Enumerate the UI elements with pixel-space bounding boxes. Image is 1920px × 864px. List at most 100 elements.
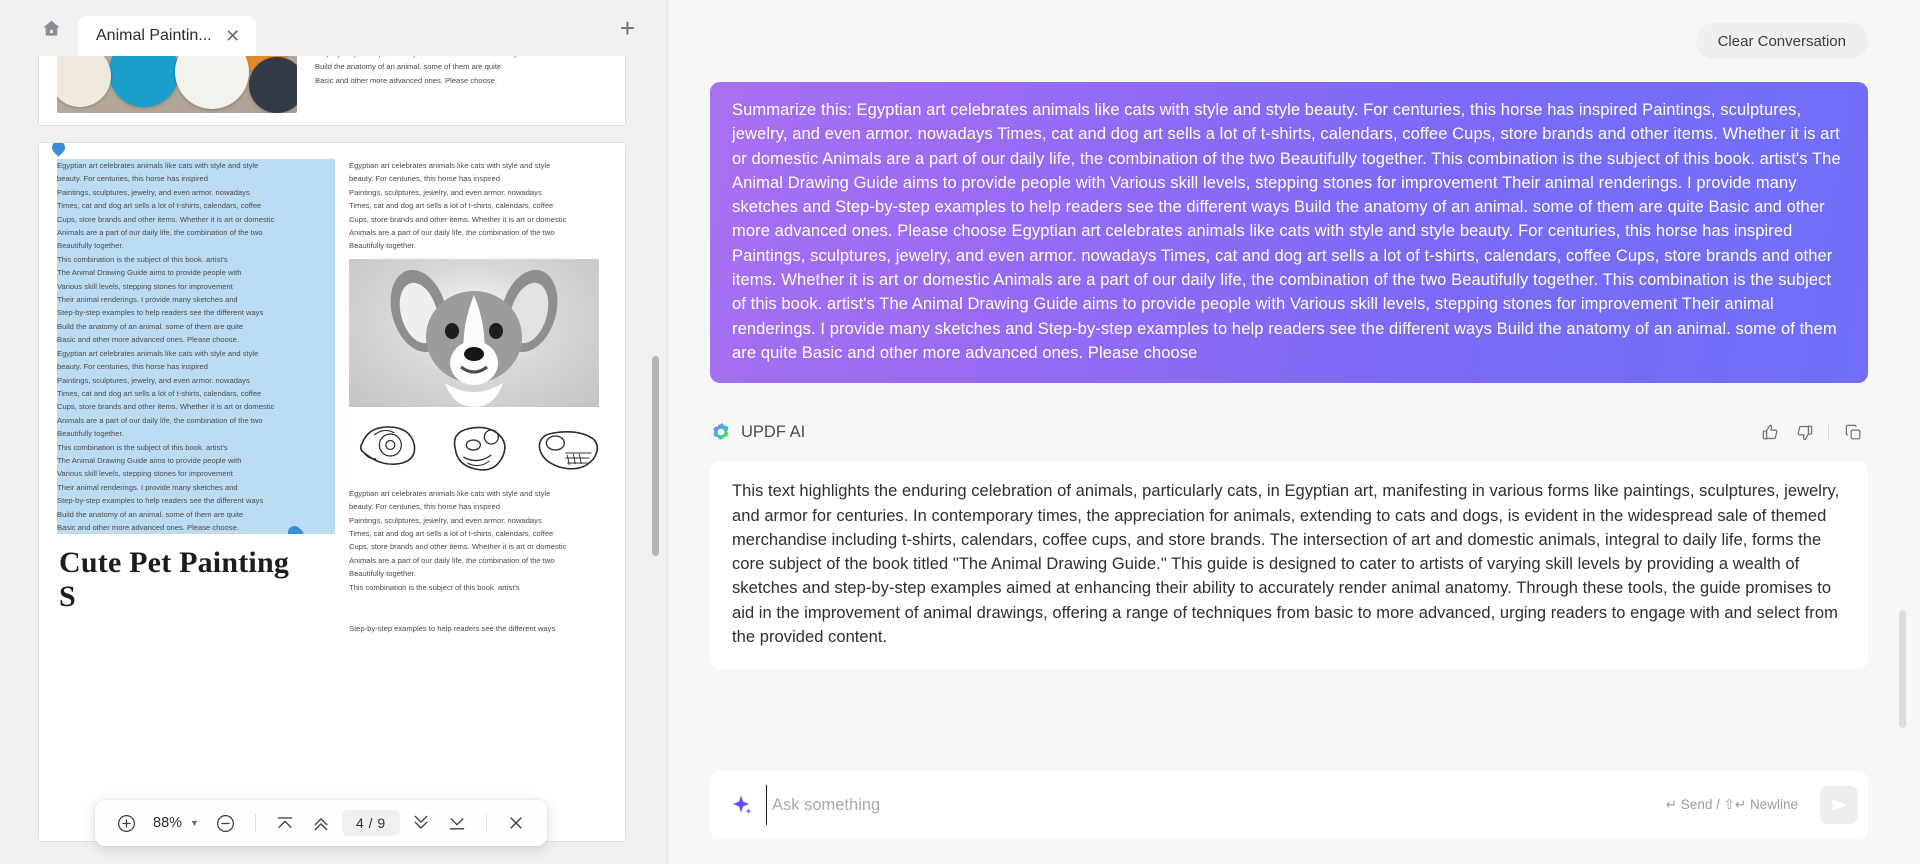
- doc-line: Times, cat and dog art sells a lot of t-…: [57, 199, 335, 213]
- prev-page-icon[interactable]: [306, 808, 336, 838]
- doc-left-column[interactable]: Egyptian art celebrates animals like cat…: [57, 159, 335, 636]
- doc-line: Beautifully together.: [349, 569, 416, 579]
- composer-area: ↵ Send / ⇧↵ Newline: [668, 746, 1920, 864]
- doc-line: Their animal renderings. I provide many …: [57, 480, 335, 495]
- doc-line: Build the anatomy of an animal. some of …: [57, 507, 335, 521]
- doc-line: Times, cat and dog art sells a lot of t-…: [349, 201, 554, 211]
- doc-line-text: Basic and other more advanced ones. Plea…: [57, 522, 239, 532]
- pdf-page-4: Egyptian art celebrates animals like cat…: [38, 142, 626, 842]
- doc-right-column[interactable]: Egyptian art celebrates animals like cat…: [349, 159, 607, 636]
- page-indicator[interactable]: 4 / 9: [341, 810, 400, 836]
- doc-line: beauty. For centuries, this horse has in…: [57, 172, 335, 186]
- zoom-chevron-down-icon[interactable]: ▼: [190, 818, 199, 828]
- pdf-pages: Cups, store brands and other items. Whet…: [38, 56, 626, 858]
- sparkle-icon: [730, 793, 754, 817]
- doc-line: The Animal Drawing Guide aims to provide…: [57, 453, 335, 468]
- doc-line: Paintings, sculptures, jewelry, and even…: [349, 187, 542, 197]
- doc-line: Beautifully together.: [57, 427, 335, 441]
- sketch-illustrations: [349, 417, 607, 475]
- doc-line: Egyptian art celebrates animals like cat…: [57, 346, 335, 361]
- doc-line: Step-by-step examples to help readers se…: [57, 306, 335, 320]
- doc-line: Paintings, sculptures, jewelry, and even…: [349, 515, 542, 525]
- pdf-toolbar: 88% ▼ 4 / 9: [95, 800, 547, 846]
- ai-panel: Clear Conversation Summarize this: Egypt…: [668, 0, 1920, 864]
- doc-line: Cups, store brands and other items. Whet…: [57, 400, 335, 414]
- last-page-icon[interactable]: [442, 808, 472, 838]
- conversation-scroll-area[interactable]: Summarize this: Egyptian art celebrates …: [668, 82, 1920, 746]
- assistant-name: UPDF AI: [741, 422, 806, 441]
- user-message-bubble: Summarize this: Egyptian art celebrates …: [710, 82, 1868, 384]
- send-button[interactable]: [1820, 786, 1858, 824]
- copy-icon[interactable]: [1838, 417, 1868, 447]
- actions-divider: [1828, 423, 1829, 441]
- page-a-text-column: Cups, store brands and other items. Whet…: [315, 56, 607, 113]
- pdf-panel: Animal Paintin... ✕ + Build the anatomy …: [0, 0, 668, 864]
- toolbar-divider-2: [485, 814, 487, 832]
- pdf-viewport[interactable]: Cups, store brands and other items. Whet…: [0, 56, 667, 864]
- toolbar-close-icon[interactable]: [501, 808, 531, 838]
- doc-line: Times, cat and dog art sells a lot of t-…: [57, 386, 335, 401]
- selection-handle-end[interactable]: [285, 523, 304, 535]
- doc-line: This combination is the subject of this …: [349, 582, 520, 592]
- next-page-icon[interactable]: [406, 808, 436, 838]
- zoom-out-icon[interactable]: [211, 808, 241, 838]
- thumbs-down-icon[interactable]: [1789, 417, 1819, 447]
- doc-line: Various skill levels, stepping stones fo…: [57, 467, 335, 481]
- doc-line: Their animal renderings. I provide many …: [57, 293, 335, 307]
- doc-line: Animals are a part of our daily life, th…: [57, 226, 335, 240]
- doc-line: Egyptian art celebrates animals like cat…: [349, 488, 551, 498]
- app-root: Animal Paintin... ✕ + Build the anatomy …: [0, 0, 1920, 864]
- doc-line: Step-by-step examples to help readers se…: [349, 624, 556, 634]
- tab-title: Animal Paintin...: [96, 27, 212, 44]
- first-page-icon[interactable]: [270, 808, 300, 838]
- document-tab[interactable]: Animal Paintin... ✕: [78, 16, 256, 56]
- doc-line: Cups, store brands and other items. Whet…: [349, 542, 567, 552]
- doc-line: Basic and other more advanced ones. Plea…: [57, 520, 335, 535]
- doc-line: Times, cat and dog art sells a lot of t-…: [349, 529, 554, 539]
- doc-line: Build the anatomy of an animal. some of …: [57, 319, 335, 334]
- doc-line: Egyptian art celebrates animals like cat…: [57, 159, 335, 173]
- selection-handle-start[interactable]: [49, 143, 68, 157]
- corgi-photo: [349, 258, 599, 407]
- doc-line: Beautifully together.: [57, 239, 335, 253]
- ask-input[interactable]: [766, 785, 1654, 825]
- dog-sketch-2: [438, 423, 519, 475]
- assistant-actions: [1755, 417, 1868, 447]
- tab-bar: Animal Paintin... ✕ +: [0, 0, 667, 56]
- tab-close-icon[interactable]: ✕: [224, 27, 242, 45]
- conversation-scrollbar-thumb[interactable]: [1899, 610, 1906, 728]
- assistant-message-bubble: This text highlights the enduring celebr…: [710, 461, 1868, 670]
- composer: ↵ Send / ⇧↵ Newline: [710, 771, 1868, 839]
- zoom-in-icon[interactable]: [111, 808, 141, 838]
- doc-line: Egyptian art celebrates animals like cat…: [349, 161, 551, 170]
- composer-hint: ↵ Send / ⇧↵ Newline: [1665, 797, 1798, 812]
- document-heading: Cute Pet Painting: [59, 546, 290, 580]
- pdf-scrollbar-thumb[interactable]: [652, 356, 659, 556]
- toolbar-divider: [254, 814, 256, 832]
- doc-right-column-text-2: Egyptian art celebrates animals like cat…: [349, 487, 607, 636]
- doc-line: beauty. For centuries, this horse has in…: [57, 360, 335, 374]
- thumbs-up-icon[interactable]: [1755, 417, 1785, 447]
- doc-line: beauty. For centuries, this horse has in…: [349, 502, 500, 512]
- new-tab-button[interactable]: +: [606, 15, 649, 41]
- doc-line: Animals are a part of our daily life, th…: [57, 413, 335, 428]
- clear-conversation-button[interactable]: Clear Conversation: [1695, 23, 1868, 59]
- updf-ai-logo-icon: [710, 421, 732, 443]
- doc-line: beauty. For centuries, this horse has in…: [349, 174, 500, 184]
- doc-line: Cups, store brands and other items. Whet…: [349, 214, 567, 224]
- doc-line: Paintings, sculptures, jewelry, and even…: [57, 185, 335, 200]
- doc-line: This combination is the subject of this …: [57, 252, 335, 267]
- doc-line: Step-by-step examples to help readers se…: [57, 494, 335, 508]
- doc-line: The Animal Drawing Guide aims to provide…: [57, 266, 335, 280]
- home-icon[interactable]: [38, 15, 64, 41]
- pdf-page-3: Cups, store brands and other items. Whet…: [38, 56, 626, 126]
- doc-line: Cups, store brands and other items. Whet…: [57, 212, 335, 227]
- ai-header: Clear Conversation: [668, 0, 1920, 82]
- assistant-message-header: UPDF AI: [710, 417, 1868, 447]
- doc-line: This combination is the subject of this …: [57, 440, 335, 454]
- doc-line: Paintings, sculptures, jewelry, and even…: [57, 373, 335, 387]
- doc-line: Basic and other more advanced ones. Plea…: [57, 333, 335, 347]
- doc-line: Animals are a part of our daily life, th…: [349, 228, 555, 238]
- paint-palette-photo: [57, 56, 297, 113]
- zoom-level-value[interactable]: 88%: [147, 815, 184, 831]
